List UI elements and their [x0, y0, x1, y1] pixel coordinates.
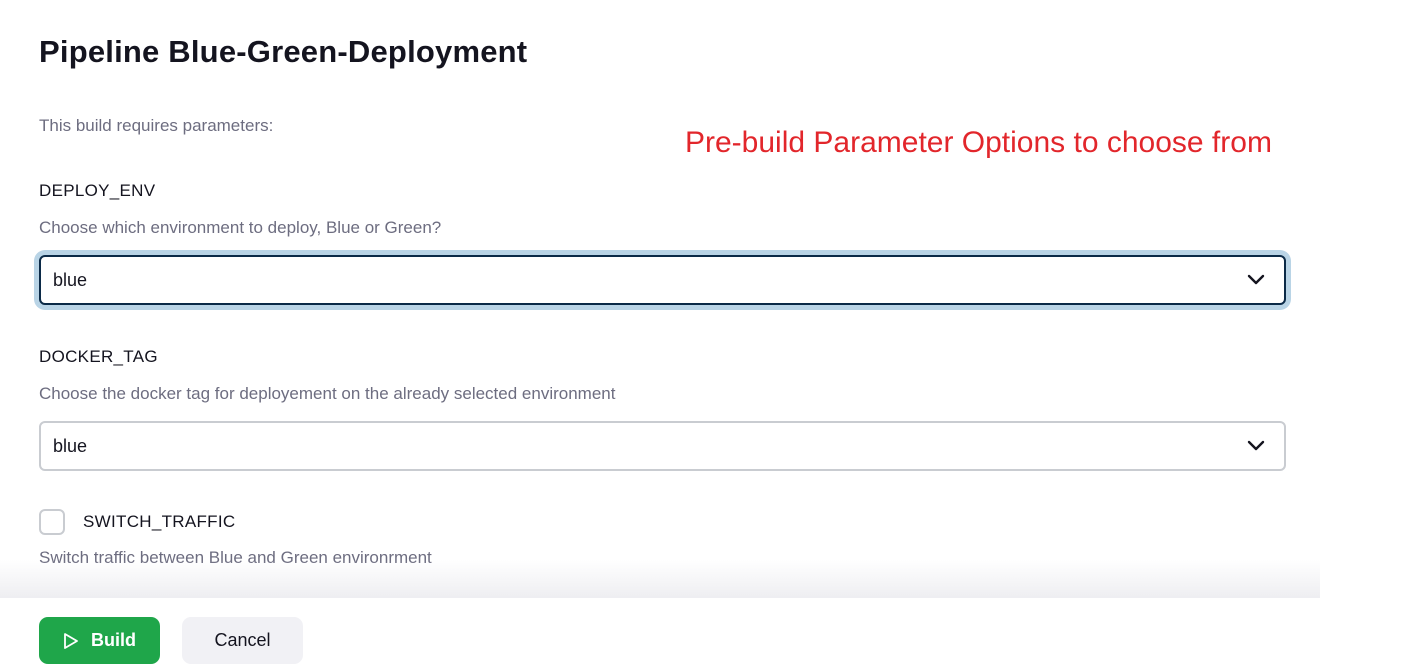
- build-button-label: Build: [91, 630, 136, 650]
- build-parameters-page: Pipeline Blue-Green-Deployment This buil…: [0, 0, 1420, 670]
- annotation-text: Pre-build Parameter Options to choose fr…: [685, 126, 1272, 159]
- deploy-env-selected-value: blue: [53, 269, 88, 290]
- switch-traffic-row: SWITCH_TRAFFIC: [39, 509, 235, 535]
- scroll-fade: [0, 560, 1320, 598]
- play-icon: [63, 632, 79, 650]
- docker-tag-select[interactable]: blue: [39, 421, 1286, 471]
- cancel-button[interactable]: Cancel: [182, 617, 303, 664]
- deploy-env-description: Choose which environment to deploy, Blue…: [39, 218, 442, 237]
- cancel-button-label: Cancel: [214, 630, 271, 650]
- build-button[interactable]: Build: [39, 617, 160, 664]
- docker-tag-description: Choose the docker tag for deployement on…: [39, 384, 616, 403]
- docker-tag-selected-value: blue: [53, 435, 88, 456]
- deploy-env-select[interactable]: blue: [39, 255, 1286, 305]
- docker-tag-label: DOCKER_TAG: [39, 347, 158, 366]
- action-footer: Build Cancel: [0, 598, 1420, 670]
- deploy-env-label: DEPLOY_ENV: [39, 181, 156, 200]
- parameters-intro: This build requires parameters:: [39, 116, 274, 135]
- switch-traffic-checkbox[interactable]: [39, 509, 65, 535]
- page-title: Pipeline Blue-Green-Deployment: [39, 34, 528, 69]
- chevron-down-icon: [1246, 270, 1266, 290]
- chevron-down-icon: [1246, 436, 1266, 456]
- switch-traffic-label[interactable]: SWITCH_TRAFFIC: [83, 512, 235, 532]
